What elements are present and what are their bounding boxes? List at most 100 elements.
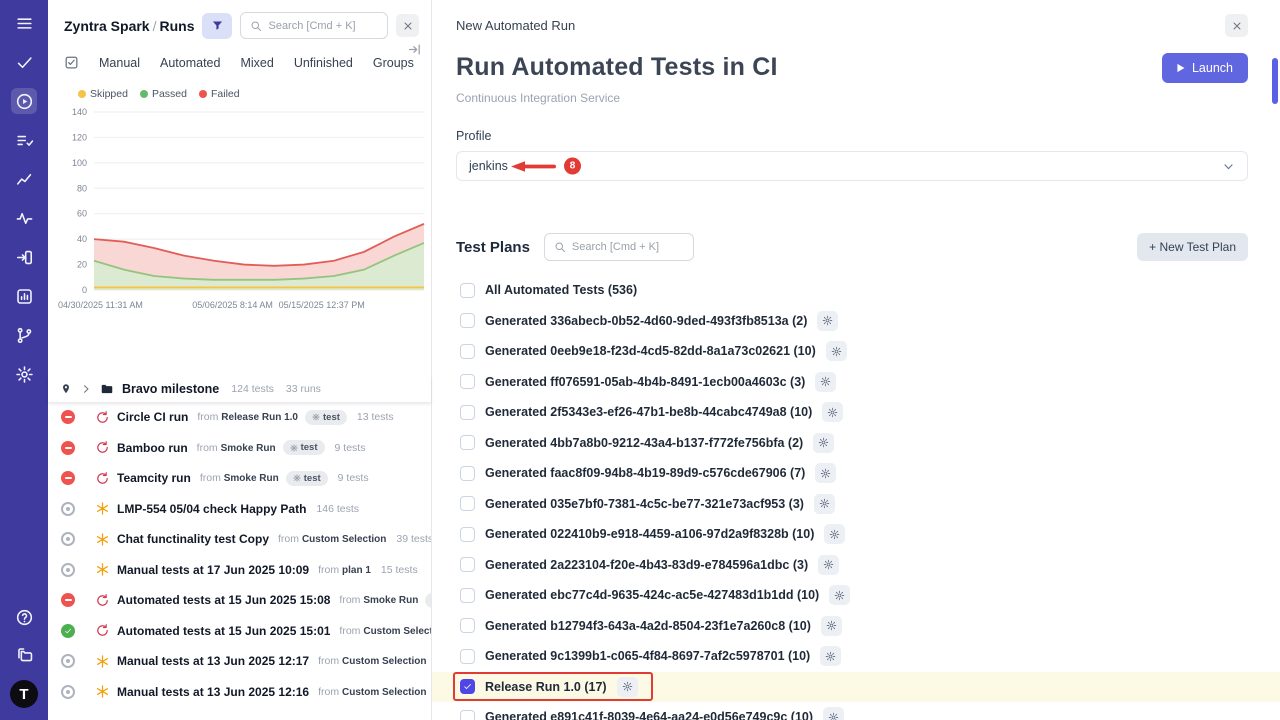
check-icon[interactable] <box>11 49 37 75</box>
test-plan-row[interactable]: Generated 035e7bf0-7381-4c5c-be77-321e73… <box>432 489 1280 520</box>
scrollbar-thumb[interactable] <box>1272 58 1278 104</box>
plan-settings-button[interactable] <box>823 707 844 720</box>
menu-icon[interactable] <box>11 10 37 36</box>
pin-icon <box>60 383 72 395</box>
plan-checkbox[interactable] <box>460 466 475 481</box>
test-plan-row[interactable]: Generated ebc77c4d-9635-424c-ac5e-427483… <box>432 580 1280 611</box>
tab-automated[interactable]: Automated <box>160 56 220 70</box>
test-plan-row[interactable]: Generated 2a223104-f20e-4b43-83d9-e78459… <box>432 550 1280 581</box>
run-row[interactable]: Bamboo run from Smoke Run test 9 tests <box>48 433 431 464</box>
plan-checkbox[interactable] <box>460 710 475 720</box>
run-row[interactable]: Manual tests at 13 Jun 2025 12:17 from C… <box>48 646 431 677</box>
collapse-panel-icon[interactable] <box>407 42 422 57</box>
filter-button[interactable] <box>202 13 232 39</box>
plan-settings-button[interactable] <box>820 646 841 666</box>
tab-manual[interactable]: Manual <box>99 56 140 70</box>
plan-settings-button[interactable] <box>829 585 850 605</box>
plan-settings-button[interactable] <box>821 616 842 636</box>
runs-search-input[interactable] <box>268 20 378 32</box>
test-plan-row[interactable]: Generated 022410b9-e918-4459-a106-97d2a9… <box>432 519 1280 550</box>
run-title: Bamboo run <box>117 441 188 455</box>
plan-settings-button[interactable] <box>817 311 838 331</box>
run-title: LMP-554 05/04 check Happy Path <box>117 502 306 516</box>
run-row[interactable]: Automated tests at 15 Jun 2025 15:08 fro… <box>48 585 431 616</box>
chevron-right-icon[interactable] <box>80 383 92 395</box>
plan-settings-button[interactable] <box>822 402 843 422</box>
tab-mixed[interactable]: Mixed <box>240 56 273 70</box>
search-icon <box>250 20 262 32</box>
plan-settings-button[interactable] <box>813 433 834 453</box>
import-icon[interactable] <box>11 244 37 270</box>
run-row[interactable]: Chat functinality test Copy from Custom … <box>48 524 431 555</box>
run-title: Automated tests at 15 Jun 2025 15:08 <box>117 593 330 607</box>
list-check-icon[interactable] <box>11 127 37 153</box>
run-row[interactable]: Automated tests at 15 Jun 2025 15:01 fro… <box>48 616 431 647</box>
plan-checkbox[interactable] <box>460 679 475 694</box>
profile-select[interactable]: jenkins 8 <box>456 151 1248 181</box>
plan-checkbox[interactable] <box>460 588 475 603</box>
run-row[interactable]: Manual tests at 17 Jun 2025 10:09 from p… <box>48 555 431 586</box>
plan-label: Generated 0eeb9e18-f23d-4cd5-82dd-8a1a73… <box>485 344 816 358</box>
plan-settings-button[interactable] <box>815 372 836 392</box>
plan-checkbox[interactable] <box>460 405 475 420</box>
test-plan-row[interactable]: All Automated Tests (536) <box>432 275 1280 306</box>
gear-icon[interactable] <box>11 361 37 387</box>
plan-settings-button[interactable] <box>826 341 847 361</box>
test-plan-row[interactable]: Generated e891c41f-8039-4e64-aa24-e0d56e… <box>432 702 1280 720</box>
test-plan-row[interactable]: Generated ff076591-05ab-4b4b-8491-1ecb00… <box>432 367 1280 398</box>
plan-checkbox[interactable] <box>460 435 475 450</box>
run-row[interactable]: Manual tests at 13 Jun 2025 12:16 from C… <box>48 677 431 708</box>
unfinished-status-icon <box>61 502 75 516</box>
test-plan-row[interactable]: Release Run 1.0 (17) <box>432 672 1280 703</box>
plan-checkbox[interactable] <box>460 618 475 633</box>
plan-checkbox[interactable] <box>460 557 475 572</box>
plan-settings-button[interactable] <box>617 677 638 697</box>
plans-search-input[interactable] <box>572 241 684 253</box>
test-plan-row[interactable]: Generated 4bb7a8b0-9212-43a4-b137-f772fe… <box>432 428 1280 459</box>
run-row[interactable]: Circle CI run from Release Run 1.0 test … <box>48 402 431 433</box>
runs-search[interactable] <box>240 12 388 39</box>
plan-settings-button[interactable] <box>815 463 836 483</box>
branch-icon[interactable] <box>11 322 37 348</box>
test-plan-row[interactable]: Generated 336abecb-0b52-4d60-9ded-493f3f… <box>432 306 1280 337</box>
plans-search[interactable] <box>544 233 694 261</box>
run-title: Chat functinality test Copy <box>117 532 269 546</box>
chart-line-icon[interactable] <box>11 166 37 192</box>
test-plan-row[interactable]: Generated 9c1399b1-c065-4f84-8697-7af2c5… <box>432 641 1280 672</box>
tab-unfinished[interactable]: Unfinished <box>294 56 353 70</box>
milestone-row[interactable]: Bravo milestone 124 tests 33 runs <box>48 376 431 402</box>
plan-checkbox[interactable] <box>460 283 475 298</box>
plan-checkbox[interactable] <box>460 344 475 359</box>
folders-icon[interactable] <box>11 642 37 668</box>
activity-icon[interactable] <box>11 205 37 231</box>
runs-panel-header: Zyntra Spark/Runs <box>48 0 431 47</box>
close-dialog-button[interactable] <box>1225 14 1248 37</box>
plan-checkbox[interactable] <box>460 649 475 664</box>
plan-checkbox[interactable] <box>460 527 475 542</box>
play-circle-icon[interactable] <box>11 88 37 114</box>
gear-icon <box>834 590 845 601</box>
run-row[interactable]: Teamcity run from Smoke Run test 9 tests <box>48 463 431 494</box>
app-logo[interactable]: T <box>10 680 38 708</box>
plan-checkbox[interactable] <box>460 374 475 389</box>
plan-settings-button[interactable] <box>824 524 845 544</box>
test-plan-row[interactable]: Generated b12794f3-643a-4a2d-8504-23f1e7… <box>432 611 1280 642</box>
plan-checkbox[interactable] <box>460 496 475 511</box>
bar-chart-icon[interactable] <box>11 283 37 309</box>
test-plan-row[interactable]: Generated 0eeb9e18-f23d-4cd5-82dd-8a1a73… <box>432 336 1280 367</box>
plan-settings-button[interactable] <box>814 494 835 514</box>
launch-button[interactable]: Launch <box>1162 53 1248 83</box>
gear-icon <box>827 407 838 418</box>
plan-checkbox[interactable] <box>460 313 475 328</box>
tab-groups[interactable]: Groups <box>373 56 414 70</box>
close-panel-button[interactable] <box>396 14 419 37</box>
help-circle-icon[interactable] <box>11 604 37 630</box>
new-test-plan-button[interactable]: + New Test Plan <box>1137 233 1248 261</box>
test-plans-header: Test Plans + New Test Plan <box>456 233 1248 261</box>
breadcrumb-project[interactable]: Zyntra Spark <box>64 18 150 34</box>
test-plan-row[interactable]: Generated faac8f09-94b8-4b19-89d9-c576cd… <box>432 458 1280 489</box>
run-row[interactable]: LMP-554 05/04 check Happy Path 146 tests <box>48 494 431 525</box>
test-plan-row[interactable]: Generated 2f5343e3-ef26-47b1-be8b-44cabc… <box>432 397 1280 428</box>
plan-label: Generated b12794f3-643a-4a2d-8504-23f1e7… <box>485 619 811 633</box>
plan-settings-button[interactable] <box>818 555 839 575</box>
